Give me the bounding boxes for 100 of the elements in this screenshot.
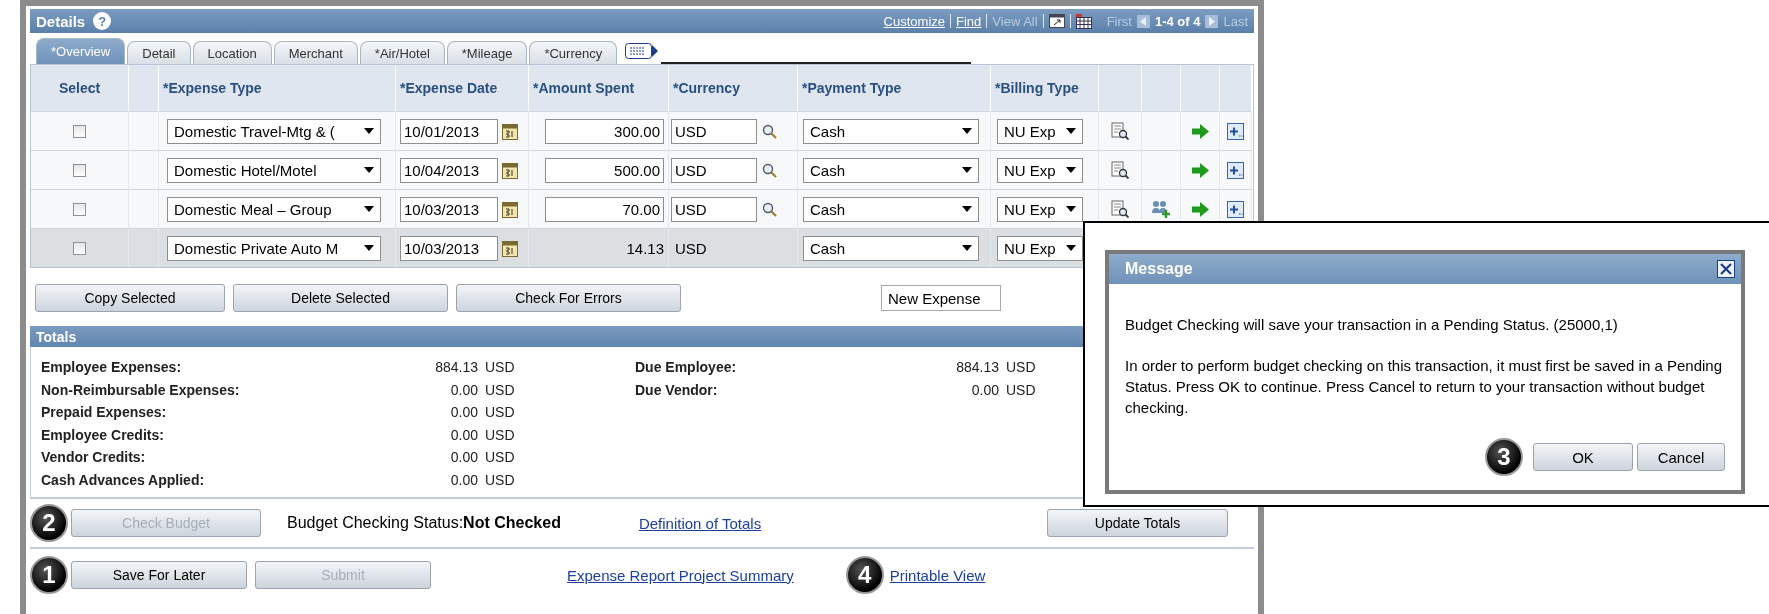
billing-type-dropdown[interactable]: NU Exp [997, 196, 1083, 222]
add-row-icon[interactable] [1227, 200, 1244, 218]
help-icon[interactable]: ? [93, 12, 112, 30]
currency-text: USD [484, 404, 516, 421]
total-value: 0.00 [449, 471, 478, 488]
payment-type-dropdown[interactable]: Cash [803, 157, 979, 183]
dropdown-caret-icon [364, 128, 374, 134]
page-link[interactable]: Expense Report Project Summary [567, 566, 794, 584]
right-arrow-icon[interactable] [1191, 162, 1209, 178]
dropdown-caret-icon [364, 167, 374, 173]
dropdown-caret-icon [364, 245, 374, 251]
billing-type-dropdown[interactable]: NU Exp [997, 118, 1083, 144]
total-label: Vendor Credits: [41, 449, 147, 466]
page-magnifier-icon[interactable] [1111, 161, 1129, 179]
date-field[interactable]: 10/01/2013 [400, 118, 498, 144]
step-marker: 1 [30, 556, 68, 594]
total-value: 0.00 [449, 449, 478, 466]
date-field[interactable]: 10/03/2013 [400, 235, 498, 261]
total-value: 0.00 [449, 404, 478, 421]
dialog-button[interactable]: OK [1533, 443, 1633, 471]
section-title: Details [36, 12, 86, 30]
dialog-title: Message [1125, 260, 1193, 278]
date-field[interactable]: 10/03/2013 [400, 196, 498, 222]
total-label: Prepaid Expenses: [41, 404, 168, 421]
header-cell [129, 65, 159, 111]
payment-type-dropdown[interactable]: Cash [803, 196, 979, 222]
message-text: Budget Checking will save your transaction in a Pending Status. (25000,1) [1125, 315, 1619, 335]
billing-type-dropdown[interactable]: NU Exp [997, 235, 1083, 261]
column-header: Select [31, 65, 129, 111]
previous-icon[interactable] [1136, 14, 1150, 28]
action-button[interactable]: Delete Selected [233, 284, 448, 312]
update-button[interactable]: Update Totals [1047, 509, 1228, 537]
search-icon[interactable] [762, 162, 777, 178]
page-magnifier-icon[interactable] [1111, 200, 1129, 218]
row-checkbox[interactable] [73, 241, 86, 255]
total-value: 0.00 [449, 426, 478, 443]
amount-field[interactable]: 300.00 [545, 118, 664, 144]
total-label: Due Employee: [635, 359, 738, 376]
currency-field[interactable]: USD [671, 196, 757, 222]
amount-field[interactable]: 70.00 [545, 196, 664, 222]
row-checkbox[interactable] [73, 202, 86, 216]
page-link[interactable]: Printable View [889, 566, 986, 584]
calendar-icon[interactable] [502, 239, 518, 257]
expense-type-dropdown[interactable]: Domestic Travel-Mtg & ( [167, 118, 381, 144]
dropdown-caret-icon [1066, 245, 1076, 251]
add-row-icon[interactable] [1227, 161, 1244, 179]
date-field[interactable]: 10/04/2013 [400, 157, 498, 183]
new-window-icon[interactable] [1048, 14, 1065, 28]
dropdown-caret-icon [1066, 206, 1076, 212]
amount-text: 14.13 [626, 239, 664, 257]
search-icon[interactable] [762, 201, 777, 217]
currency-text: USD [484, 381, 516, 398]
amount-field[interactable]: 500.00 [545, 157, 664, 183]
message-text: In order to perform budget checking on this transaction, it must first be saved in a Pending Status. Press OK to continue. Press Cancel to return to your transaction without budget checking. [1125, 356, 1723, 418]
tab[interactable]: *Mileage [446, 41, 528, 64]
calendar-icon[interactable] [502, 122, 518, 140]
budget-status: Budget Checking Status:Not Checked [287, 514, 561, 532]
expense-type-dropdown[interactable]: Domestic Meal – Group [167, 196, 381, 222]
expense-type-dropdown[interactable]: Domestic Private Auto M [167, 235, 381, 261]
currency-text: USD [484, 426, 516, 443]
row-checkbox[interactable] [73, 124, 86, 138]
people-add-icon[interactable] [1151, 200, 1171, 218]
page-range: 1-4 of 4 [1154, 13, 1201, 29]
right-arrow-icon[interactable] [1191, 123, 1209, 139]
tab[interactable]: *Air/Hotel [359, 41, 445, 64]
currency-field[interactable]: USD [671, 118, 757, 144]
payment-type-dropdown[interactable]: Cash [803, 118, 979, 144]
tab[interactable]: Merchant [273, 41, 358, 64]
new-expense-dropdown[interactable]: New Expense [881, 285, 1001, 311]
total-label: Non-Reimbursable Expenses: [41, 381, 241, 398]
show-all-tabs-icon[interactable] [625, 41, 660, 61]
header-cell [1142, 65, 1181, 111]
currency-field[interactable]: USD [671, 157, 757, 183]
definition-link[interactable]: Definition of Totals [638, 514, 762, 532]
tab[interactable]: Location [192, 41, 272, 64]
expense-type-dropdown[interactable]: Domestic Hotel/Motel [167, 157, 381, 183]
page-magnifier-icon[interactable] [1111, 122, 1129, 140]
column-header: *Expense Date [396, 65, 529, 111]
total-value: 0.00 [449, 381, 478, 398]
tab[interactable]: Detail [127, 41, 191, 64]
calendar-icon[interactable] [502, 200, 518, 218]
search-icon[interactable] [762, 123, 777, 139]
column-header: *Currency [669, 65, 798, 111]
grid-icon[interactable] [1075, 13, 1092, 29]
row-checkbox[interactable] [73, 163, 86, 177]
payment-type-dropdown[interactable]: Cash [803, 235, 979, 261]
dropdown-caret-icon [1066, 128, 1076, 134]
close-icon[interactable] [1717, 260, 1735, 278]
next-icon[interactable] [1205, 14, 1219, 28]
tab[interactable]: *Currency [529, 41, 618, 64]
action-button[interactable]: Save For Later [71, 561, 247, 589]
add-row-icon[interactable] [1227, 122, 1244, 140]
currency-text: USD [484, 359, 516, 376]
dialog-button[interactable]: Cancel [1637, 443, 1725, 471]
calendar-icon[interactable] [502, 161, 518, 179]
billing-type-dropdown[interactable]: NU Exp [997, 157, 1083, 183]
total-label: Employee Expenses: [41, 359, 183, 376]
right-arrow-icon[interactable] [1191, 201, 1209, 217]
action-button[interactable]: Check For Errors [456, 284, 681, 312]
action-button[interactable]: Copy Selected [35, 284, 225, 312]
